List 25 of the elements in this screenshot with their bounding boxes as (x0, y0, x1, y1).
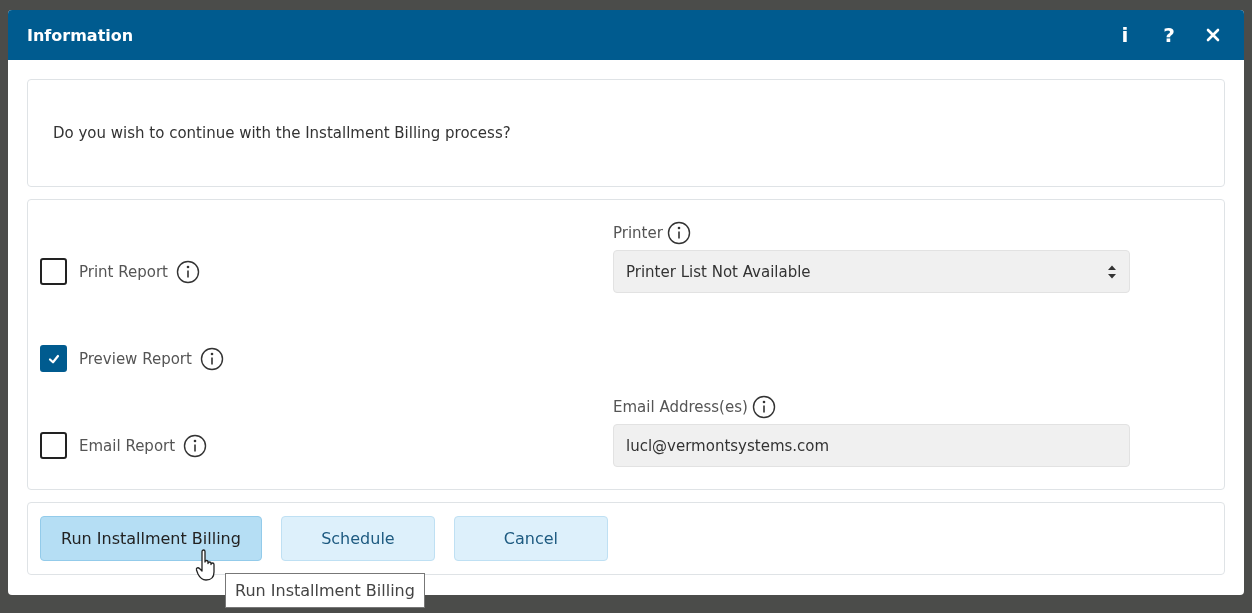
action-button[interactable]: Cancel (453, 516, 608, 561)
close-icon (1206, 28, 1220, 42)
checkbox[interactable] (40, 432, 67, 459)
message-text: Do you wish to continue with the Installment Billing process? (53, 124, 511, 142)
info-icon[interactable] (666, 221, 691, 245)
info-icon[interactable] (176, 259, 200, 284)
sort-arrows-icon (1107, 263, 1117, 280)
action-button[interactable]: Run Installment Billing (40, 516, 262, 561)
action-button[interactable]: Schedule (280, 516, 435, 561)
tooltip: Run Installment Billing (225, 573, 425, 608)
field-label: Email Address(es) (613, 398, 748, 416)
checkbox[interactable] (40, 258, 67, 285)
info-icon[interactable] (199, 346, 224, 371)
info-button[interactable]: i (1110, 20, 1140, 50)
option-label: Print Report (79, 262, 168, 281)
option-label: Email Report (79, 436, 176, 455)
info-icon[interactable] (751, 395, 776, 419)
email-field[interactable]: lucl@vermontsystems.com (613, 424, 1130, 467)
checkbox[interactable] (40, 345, 67, 372)
dialog-title: Information (27, 25, 134, 45)
printer-select[interactable]: Printer List Not Available (613, 250, 1130, 293)
option-label: Preview Report (79, 349, 192, 368)
help-button[interactable]: ? (1154, 20, 1184, 50)
field-label: Printer (613, 224, 663, 242)
info-icon[interactable] (183, 433, 208, 458)
